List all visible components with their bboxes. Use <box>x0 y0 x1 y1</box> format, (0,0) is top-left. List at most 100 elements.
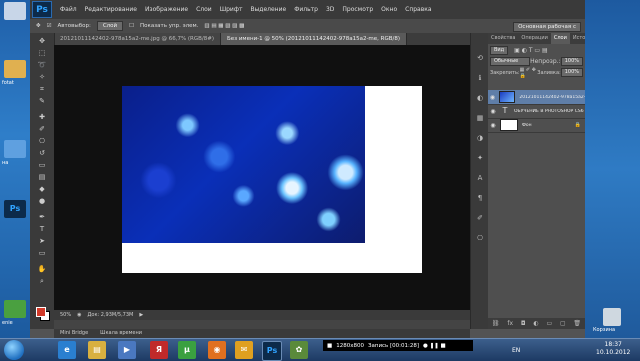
new-layer-icon[interactable]: ▢ <box>560 320 566 327</box>
layer-row[interactable]: ◉ T ОБУЧЕНИЕ В PHOTOSHOP CS6 <box>488 104 585 119</box>
workspace-dropdown[interactable]: Основная рабочая с <box>513 22 581 32</box>
explorer-icon[interactable]: ▤ <box>88 341 106 359</box>
brush-tool-icon[interactable]: ✐ <box>36 125 48 133</box>
app-icon[interactable]: ◉ <box>208 341 226 359</box>
adjustments-icon[interactable]: ◑ <box>475 133 485 143</box>
clone-source-icon[interactable]: ⎔ <box>475 233 485 243</box>
clock-time: 18:37 <box>604 341 622 348</box>
info-icon[interactable]: ℹ <box>475 73 485 83</box>
shape-tool-icon[interactable]: ▭ <box>36 249 48 257</box>
recycle-bin-icon[interactable] <box>603 308 621 326</box>
tab-timeline[interactable]: Шкала времени <box>94 329 148 338</box>
photoshop-desktop-icon[interactable]: Ps <box>4 200 26 218</box>
torrent-icon[interactable]: µ <box>178 341 196 359</box>
healing-tool-icon[interactable]: ✚ <box>36 113 48 121</box>
filter-icons[interactable]: ▣ ◐ T ▭ ▤ <box>514 47 548 54</box>
tab-actions[interactable]: Операции <box>518 33 550 44</box>
visibility-eye-icon[interactable]: ◉ <box>488 94 497 101</box>
bokeh-image-layer[interactable] <box>122 86 365 243</box>
blur-tool-icon[interactable]: ◆ <box>36 185 48 193</box>
menu-3d[interactable]: 3D <box>326 6 334 13</box>
visibility-eye-icon[interactable]: ◉ <box>488 108 498 115</box>
clock[interactable]: 18:37 10.10.2012 <box>596 341 630 357</box>
eyedropper-tool-icon[interactable]: ✎ <box>36 97 48 105</box>
hand-tool-icon[interactable]: ✋ <box>36 265 48 273</box>
menu-image[interactable]: Изображение <box>145 6 188 13</box>
menu-filter[interactable]: Фильтр <box>294 6 318 13</box>
desktop-icon[interactable] <box>4 60 26 78</box>
tab-mini-bridge[interactable]: Mini Bridge <box>54 329 94 338</box>
tab-layers[interactable]: Слои <box>550 33 570 44</box>
history-icon[interactable]: ⟲ <box>475 53 485 63</box>
paragraph-icon[interactable]: ¶ <box>475 193 485 203</box>
layer-row[interactable]: ◉ 20121011142402-978a15a2-me <box>488 90 585 105</box>
brush-panel-icon[interactable]: ✐ <box>475 213 485 223</box>
align-icons[interactable]: ▥ ▤ ▦ ▧ ▨ ▩ <box>204 23 244 29</box>
menu-file[interactable]: Файл <box>60 6 77 13</box>
visibility-eye-icon[interactable]: ◉ <box>488 122 498 129</box>
record-icon[interactable]: ■ <box>327 343 332 349</box>
menu-layers[interactable]: Слои <box>196 6 212 13</box>
type-tool-icon[interactable]: T <box>36 225 48 233</box>
path-selection-tool-icon[interactable]: ➤ <box>36 237 48 245</box>
styles-icon[interactable]: ✦ <box>475 153 485 163</box>
layer-filter-dropdown[interactable]: Вид <box>490 46 509 55</box>
menu-edit[interactable]: Редактирование <box>85 6 137 13</box>
language-indicator[interactable]: EN <box>512 347 520 354</box>
rec-controls[interactable]: ● ❚❚ ■ <box>423 343 446 349</box>
character-icon[interactable]: A <box>475 173 485 183</box>
desktop-icon[interactable] <box>4 140 26 158</box>
crop-tool-icon[interactable]: ⌗ <box>36 85 48 93</box>
canvas-area[interactable] <box>54 45 470 310</box>
show-controls-checkbox[interactable]: ☐ <box>129 23 134 29</box>
status-arrow-icon[interactable]: ▶ <box>139 312 143 318</box>
opacity-input[interactable]: 100% <box>560 57 583 66</box>
desktop-icon[interactable] <box>4 300 26 318</box>
tab-document-2[interactable]: Без имени-1 @ 50% (20121011142402-978a15… <box>221 33 408 45</box>
layer-row[interactable]: ◉ Фон 🔒 <box>488 118 585 133</box>
color-icon[interactable]: ◐ <box>475 93 485 103</box>
lock-icons[interactable]: ▦ ✐ ✥ 🔒 <box>520 67 538 79</box>
pen-tool-icon[interactable]: ✒ <box>36 213 48 221</box>
tab-document-1[interactable]: 20121011142402-978a15a2-me.jpg @ 66,7% (… <box>54 33 222 45</box>
adjustment-layer-icon[interactable]: ◐ <box>533 320 538 327</box>
autoselect-checkbox[interactable]: ☑ <box>47 23 52 29</box>
menu-help[interactable]: Справка <box>405 6 431 13</box>
link-icon[interactable]: ⛓ <box>492 320 500 327</box>
blend-mode-dropdown[interactable]: Обычные <box>490 57 530 66</box>
menu-type[interactable]: Шрифт <box>220 6 243 13</box>
menu-select[interactable]: Выделение <box>250 6 286 13</box>
move-tool-icon[interactable]: ✥ <box>36 23 41 29</box>
autoselect-dropdown[interactable]: Слой <box>96 21 124 31</box>
media-icon[interactable]: ▶ <box>118 341 136 359</box>
menu-view[interactable]: Просмотр <box>342 6 373 13</box>
gradient-tool-icon[interactable]: ▤ <box>36 173 48 181</box>
ie-icon[interactable]: e <box>58 341 76 359</box>
mask-icon[interactable]: ◘ <box>521 320 526 327</box>
move-tool-icon[interactable]: ✥ <box>36 37 48 45</box>
start-button[interactable] <box>4 340 24 360</box>
tab-properties[interactable]: Свойства <box>488 33 518 44</box>
swatches-icon[interactable]: ▦ <box>475 113 485 123</box>
group-icon[interactable]: ▭ <box>546 320 552 327</box>
menu-window[interactable]: Окно <box>381 6 397 13</box>
yandex-icon[interactable]: Я <box>150 341 168 359</box>
fill-input[interactable]: 100% <box>560 68 583 77</box>
zoom-level[interactable]: 50% <box>60 312 71 318</box>
zoom-tool-icon[interactable]: ⌕ <box>36 277 48 285</box>
eraser-tool-icon[interactable]: ▭ <box>36 161 48 169</box>
fx-icon[interactable]: fx <box>507 320 513 327</box>
app-icon[interactable]: ✿ <box>290 341 308 359</box>
history-brush-tool-icon[interactable]: ↺ <box>36 149 48 157</box>
trash-icon[interactable]: 🗑 <box>573 320 581 327</box>
foreground-color-swatch[interactable] <box>36 307 46 317</box>
marquee-tool-icon[interactable]: ⬚ <box>36 49 48 57</box>
doc-size[interactable]: Док: 2,93M/5,73M <box>88 312 134 318</box>
app-icon[interactable]: ✉ <box>235 341 253 359</box>
lasso-tool-icon[interactable]: ➰ <box>36 61 48 69</box>
magic-wand-tool-icon[interactable]: ✧ <box>36 73 48 81</box>
stamp-tool-icon[interactable]: ⎔ <box>36 137 48 145</box>
photoshop-taskbar-icon[interactable]: Ps <box>262 341 282 361</box>
desktop-icon[interactable] <box>4 2 26 20</box>
dodge-tool-icon[interactable]: ● <box>36 197 48 205</box>
